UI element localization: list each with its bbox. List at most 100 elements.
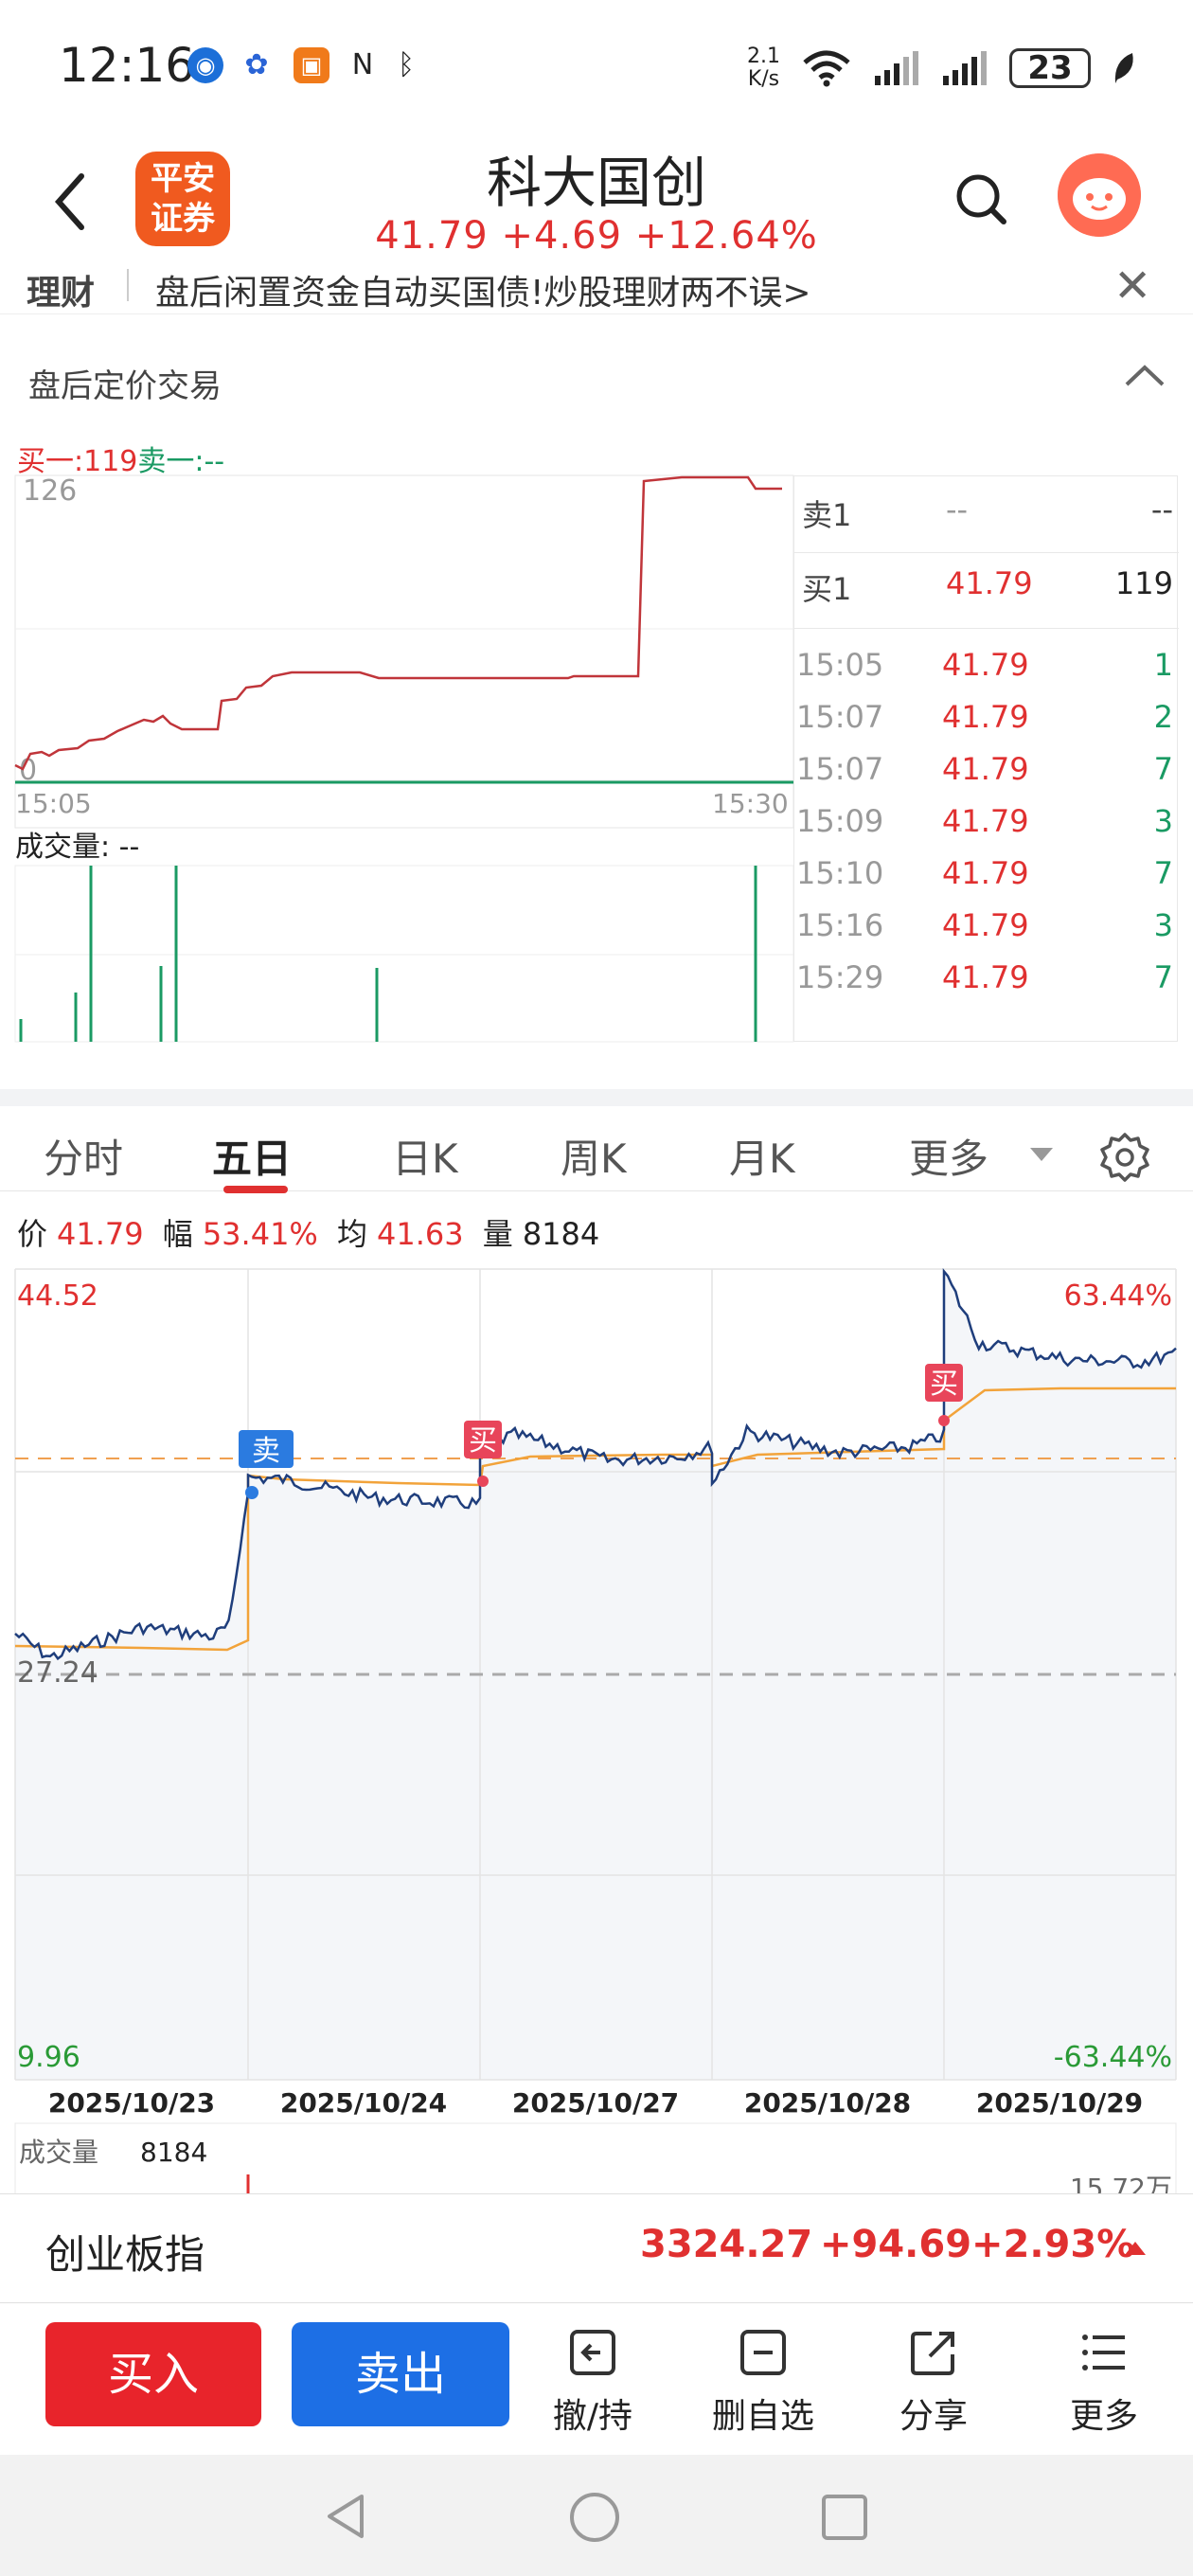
cancel-hold-button[interactable]: 撤/持: [526, 2324, 659, 2438]
tab-five-day[interactable]: 五日: [212, 1127, 292, 1185]
promo-banner[interactable]: 理财 盘后闲置资金自动买国债!炒股理财两不误> ✕: [0, 256, 1193, 314]
sell-marker-text: 卖: [252, 1435, 280, 1468]
sell-button[interactable]: 卖出: [292, 2322, 509, 2426]
after-hours-x-end: 15:30: [712, 788, 789, 819]
five-day-chart[interactable]: 卖 买 买 44.52 27.24 9.96 63.44% -63.44% 20…: [0, 1260, 1193, 2207]
nav-recents-icon[interactable]: [820, 2493, 869, 2542]
date-label: 2025/10/27: [512, 2087, 679, 2119]
trade-row: 15:16 41.79 3: [794, 903, 1179, 951]
app-notification-icon: ◉: [187, 47, 223, 83]
buy1-price: 41.79: [946, 565, 1033, 601]
system-nav-bar: [0, 2455, 1193, 2576]
trade-row: 15:29 41.79 7: [794, 956, 1179, 1003]
active-tab-indicator: [223, 1186, 288, 1193]
pct-min-label: -63.44%: [1054, 2041, 1172, 2074]
buy1-row: 买1 41.79 119: [794, 562, 1179, 609]
trade-row: 15:10 41.79 7: [794, 851, 1179, 899]
sell1-label: 卖1: [802, 497, 852, 533]
info-price-label: 价: [17, 1216, 48, 1252]
tab-daily-k[interactable]: 日K: [392, 1127, 458, 1185]
after-hours-chart[interactable]: 126 0 15:05 15:30 成交量: --: [0, 474, 795, 1051]
index-value: 3324.27: [640, 2223, 813, 2266]
chevron-up-icon[interactable]: [1121, 362, 1168, 390]
nav-back-icon[interactable]: [322, 2491, 369, 2542]
index-name: 创业板指: [45, 2231, 205, 2278]
tab-more[interactable]: 更多: [909, 1127, 988, 1185]
cancel-hold-label: 撤/持: [552, 2397, 633, 2436]
sell1-price: --: [946, 492, 969, 528]
buy-button[interactable]: 买入: [45, 2322, 261, 2426]
network-speed-value: 2.1: [747, 45, 780, 68]
banner-text[interactable]: 盘后闲置资金自动买国债!炒股理财两不误>: [155, 265, 811, 314]
share-button[interactable]: 分享: [867, 2324, 1000, 2438]
date-label: 2025/10/24: [280, 2087, 447, 2119]
more-label: 更多: [1069, 2397, 1138, 2436]
trade-volume: 1: [1153, 647, 1173, 683]
trade-volume: 3: [1153, 907, 1173, 943]
search-icon[interactable]: [953, 170, 1009, 227]
trade-time: 15:29: [796, 959, 884, 995]
signal-icon-2: [943, 51, 987, 85]
after-hours-title: 盘后定价交易: [28, 367, 222, 405]
trade-row: 15:07 41.79 2: [794, 695, 1179, 742]
menu-icon: [1082, 2334, 1125, 2370]
network-speed-unit: K/s: [747, 67, 780, 91]
tab-fenshi[interactable]: 分时: [44, 1127, 123, 1185]
volume-label: 成交量: [19, 2137, 98, 2168]
leaf-icon: [1114, 53, 1133, 83]
remove-watchlist-icon: [740, 2330, 786, 2375]
trade-price: 41.79: [942, 855, 1029, 891]
index-change: +94.69: [820, 2223, 972, 2266]
date-axis: 2025/10/23 2025/10/24 2025/10/27 2025/10…: [48, 2087, 1143, 2119]
signal-icon-1: [875, 51, 918, 85]
stock-quote: 41.79 +4.69 +12.64%: [0, 214, 1193, 258]
info-range-label: 幅: [162, 1216, 193, 1252]
close-icon[interactable]: ✕: [1113, 263, 1151, 309]
stock-change: +4.69: [501, 214, 623, 258]
shop-notification-icon: ▣: [294, 47, 329, 83]
assistant-avatar-icon[interactable]: [1058, 153, 1141, 237]
bottom-action-bar: 买入 卖出 撤/持 删自选 分享 更多: [0, 2303, 1193, 2455]
remove-watchlist-label: 删自选: [711, 2397, 814, 2436]
tab-monthly-k[interactable]: 月K: [729, 1127, 795, 1185]
buy1-volume: 119: [1114, 565, 1173, 601]
trade-volume: 7: [1153, 959, 1173, 995]
after-hours-x-start: 15:05: [15, 788, 92, 819]
chart-period-tabs: 分时 五日 日K 周K 月K 更多: [0, 1089, 1193, 1193]
banner-divider: [127, 269, 129, 301]
caret-up-icon: [1125, 2242, 1146, 2255]
status-right: 2.1 K/s 23: [747, 40, 1136, 97]
bluetooth-icon: ᛒ: [398, 48, 415, 81]
nav-home-icon[interactable]: [568, 2491, 621, 2544]
gear-icon[interactable]: [1098, 1131, 1151, 1184]
after-hours-price-area: [14, 474, 794, 829]
trade-price: 41.79: [942, 699, 1029, 735]
more-menu-button[interactable]: 更多: [1038, 2324, 1170, 2438]
buy-marker-text: 买: [930, 1368, 958, 1401]
tab-weekly-k[interactable]: 周K: [561, 1127, 627, 1185]
trade-volume: 7: [1153, 751, 1173, 787]
after-hours-volume-label: 成交量: --: [15, 831, 139, 864]
trade-price: 41.79: [942, 959, 1029, 995]
trade-row: 15:05 41.79 1: [794, 643, 1179, 690]
trade-time: 15:05: [796, 647, 884, 683]
cancel-order-icon: [570, 2330, 615, 2375]
buy-marker-dot: [477, 1476, 489, 1487]
date-label: 2025/10/29: [976, 2087, 1143, 2119]
order-book-panel: 卖1 -- -- 买1 41.79 119 15:05 41.79 1 15:07 41…: [793, 475, 1179, 1042]
remove-watchlist-button[interactable]: 删自选: [697, 2324, 829, 2438]
index-change-pct: +2.93%: [971, 2223, 1135, 2266]
stock-name: 科大国创: [486, 151, 706, 215]
trade-time: 15:16: [796, 907, 884, 943]
index-ticker-bar[interactable]: 创业板指 3324.27 +94.69 +2.93%: [0, 2193, 1193, 2303]
trade-volume: 2: [1153, 699, 1173, 735]
share-icon: [911, 2332, 954, 2375]
caret-down-icon[interactable]: [1030, 1148, 1053, 1161]
wifi-icon: [803, 50, 850, 87]
trade-price: 41.79: [942, 803, 1029, 839]
sell1-volume: --: [1150, 492, 1173, 528]
info-avg-label: 均: [337, 1216, 368, 1252]
after-hours-volume-area: [14, 865, 794, 1043]
y-mid-label: 27.24: [17, 1656, 98, 1690]
order-book-divider: [794, 628, 1179, 629]
